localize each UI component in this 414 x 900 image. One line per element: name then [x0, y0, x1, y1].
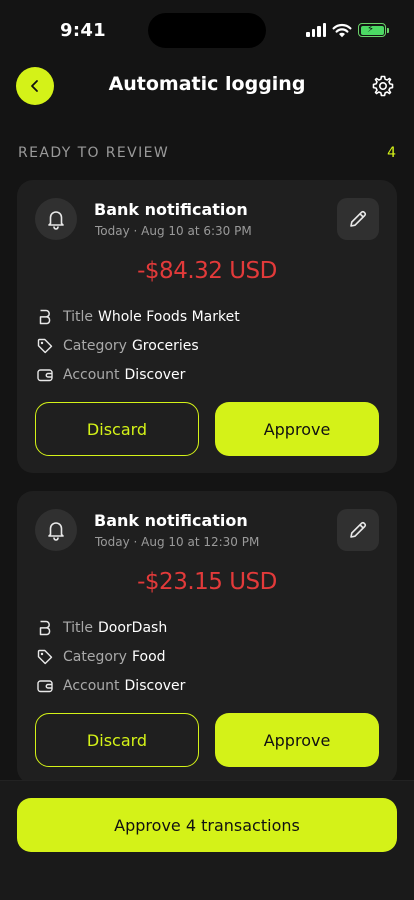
notification-source-icon — [35, 198, 77, 240]
card-source: Bank notification — [94, 200, 248, 219]
discard-button[interactable]: Discard — [35, 713, 199, 767]
category-row: Category Food — [35, 647, 166, 667]
battery-charging-icon: ⚡ — [358, 23, 389, 37]
pencil-icon — [350, 210, 367, 227]
page-title: Automatic logging — [108, 73, 306, 95]
category-value: Food — [131, 649, 166, 665]
status-time: 9:41 — [60, 20, 106, 41]
cellular-signal-icon — [306, 23, 326, 37]
approve-button[interactable]: Approve — [215, 402, 379, 456]
edit-button[interactable] — [337, 198, 379, 240]
transaction-amount: -$84.32 USD — [137, 258, 277, 284]
title-label: Title — [63, 309, 94, 325]
account-row: Account Discover — [35, 676, 185, 696]
bottom-action-bar: Approve 4 transactions — [0, 780, 414, 900]
notification-source-icon — [35, 509, 77, 551]
pencil-icon — [350, 521, 367, 538]
account-label: Account — [63, 678, 120, 694]
transaction-card: Bank notification Today · Aug 10 at 12:3… — [17, 491, 397, 784]
category-label: Category — [63, 649, 127, 665]
account-value: Discover — [124, 367, 186, 383]
category-row: Category Groceries — [35, 336, 199, 356]
bell-icon — [48, 522, 64, 541]
tag-icon — [35, 336, 55, 356]
title-row: Title Whole Foods Market — [35, 307, 240, 327]
approve-all-button[interactable]: Approve 4 transactions — [17, 798, 397, 852]
card-source: Bank notification — [94, 511, 248, 530]
card-timestamp: Today · Aug 10 at 6:30 PM — [95, 224, 252, 238]
category-value: Groceries — [131, 338, 199, 354]
wifi-icon — [332, 23, 352, 37]
title-value: DoorDash — [98, 620, 168, 636]
transaction-amount: -$23.15 USD — [137, 569, 277, 595]
approve-button[interactable]: Approve — [215, 713, 379, 767]
wallet-icon — [35, 676, 55, 696]
dynamic-island — [148, 13, 266, 48]
title-row: Title DoorDash — [35, 618, 167, 638]
bold-b-icon — [35, 618, 55, 638]
automatic-logging-screen: 9:41 ⚡ Automatic logging READY TO REVIEW… — [0, 0, 414, 900]
transaction-card: Bank notification Today · Aug 10 at 6:30… — [17, 180, 397, 473]
status-bar: 9:41 ⚡ — [0, 0, 414, 56]
tag-icon — [35, 647, 55, 667]
status-icons: ⚡ — [306, 20, 389, 40]
discard-button[interactable]: Discard — [35, 402, 199, 456]
bold-b-icon — [35, 307, 55, 327]
card-timestamp: Today · Aug 10 at 12:30 PM — [95, 535, 260, 549]
bell-icon — [48, 211, 64, 230]
account-row: Account Discover — [35, 365, 185, 385]
account-label: Account — [63, 367, 120, 383]
edit-button[interactable] — [337, 509, 379, 551]
wallet-icon — [35, 365, 55, 385]
title-label: Title — [63, 620, 94, 636]
title-value: Whole Foods Market — [98, 309, 240, 325]
account-value: Discover — [124, 678, 186, 694]
category-label: Category — [63, 338, 127, 354]
gear-icon[interactable] — [371, 74, 395, 98]
section-count: 4 — [387, 145, 396, 161]
section-label: READY TO REVIEW — [18, 145, 170, 161]
